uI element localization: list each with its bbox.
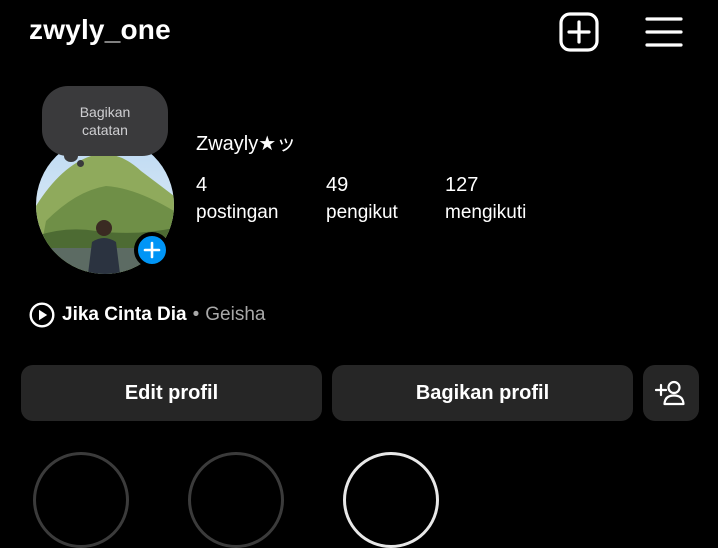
edit-profile-button[interactable]: Edit profil	[21, 365, 322, 421]
music-separator: •	[192, 304, 200, 325]
stat-followers-value: 49	[326, 174, 349, 196]
new-post-button[interactable]	[557, 10, 601, 54]
stat-posts[interactable]: 4 postingan	[196, 172, 278, 228]
note-bubble-tail-large	[64, 150, 78, 162]
note-bubble-tail-small	[77, 160, 84, 167]
play-circle-icon	[29, 302, 55, 328]
hamburger-menu-icon	[645, 17, 683, 47]
new-highlight-button[interactable]	[343, 452, 439, 548]
stat-followers-label: pengikut	[326, 202, 398, 223]
note-line-2: catatan	[82, 122, 128, 138]
stat-following[interactable]: 127 mengikuti	[445, 172, 526, 228]
discover-people-button[interactable]	[643, 365, 699, 421]
stat-following-label: mengikuti	[445, 202, 527, 223]
plus-square-icon	[559, 12, 599, 52]
profile-music[interactable]: Jika Cinta Dia • Geisha	[29, 300, 265, 330]
note-line-1: Bagikan	[79, 104, 131, 120]
music-artist: Geisha	[205, 304, 266, 325]
menu-button[interactable]	[642, 10, 686, 54]
stat-posts-value: 4	[196, 174, 208, 196]
add-story-button[interactable]	[134, 232, 170, 268]
profile-avatar-container[interactable]	[36, 136, 174, 274]
stat-followers[interactable]: 49 pengikut	[326, 172, 398, 228]
share-profile-button[interactable]: Bagikan profil	[332, 365, 633, 421]
story-highlight[interactable]	[33, 452, 129, 548]
story-highlight[interactable]	[188, 452, 284, 548]
plus-icon	[143, 241, 161, 259]
stat-following-value: 127	[445, 174, 479, 196]
profile-username[interactable]: zwyly_one	[29, 10, 171, 50]
music-song-title: Jika Cinta Dia	[62, 304, 187, 325]
share-note-bubble[interactable]: Bagikan catatan	[42, 86, 168, 156]
stat-posts-label: postingan	[196, 202, 279, 223]
add-person-icon	[655, 380, 685, 406]
display-name: Zwayly★ッ	[196, 133, 297, 155]
